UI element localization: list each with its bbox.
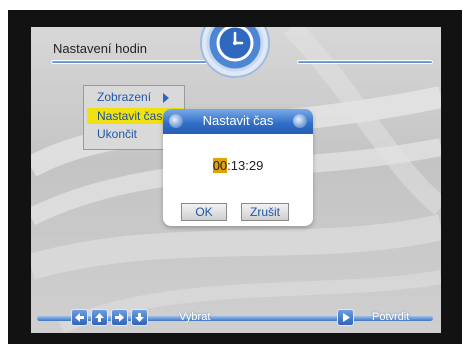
set-time-dialog: Nastavit čas 00:13:29 OK Zrušit [163, 109, 313, 226]
chevron-right-icon [163, 93, 169, 103]
confirm-hint: Potvrdit [372, 311, 410, 323]
play-icon[interactable] [337, 309, 354, 326]
cancel-button[interactable]: Zrušit [241, 203, 289, 221]
menu-item-label: Zobrazení [97, 90, 152, 104]
clock-icon [193, 27, 277, 90]
menu-item-label: Nastavit čas [97, 109, 163, 123]
right-arrow-icon[interactable] [111, 309, 128, 326]
header-line-right [297, 60, 433, 64]
time-field[interactable]: 00:13:29 [163, 158, 313, 173]
left-arrow-icon[interactable] [71, 309, 88, 326]
dialog-title: Nastavit čas [202, 113, 274, 128]
dialog-header: Nastavit čas [163, 109, 313, 134]
footer-bar: Vybrat Potvrdit [31, 309, 441, 327]
menu-item-label: Ukončit [97, 127, 138, 141]
header-line-left [51, 60, 209, 64]
down-arrow-icon[interactable] [131, 309, 148, 326]
menu-item-exit[interactable]: Ukončit [87, 126, 137, 142]
menu-item-display[interactable]: Zobrazení [87, 89, 169, 105]
time-hours-field[interactable]: 00 [212, 158, 228, 173]
time-minutes-seconds[interactable]: :13:29 [227, 158, 263, 173]
osd-screen: Nastavení hodin Zobrazení Nastavit čas U… [31, 27, 441, 333]
page-title: Nastavení hodin [53, 41, 147, 56]
ok-button[interactable]: OK [181, 203, 227, 221]
select-hint: Vybrat [179, 311, 211, 323]
up-arrow-icon[interactable] [91, 309, 108, 326]
